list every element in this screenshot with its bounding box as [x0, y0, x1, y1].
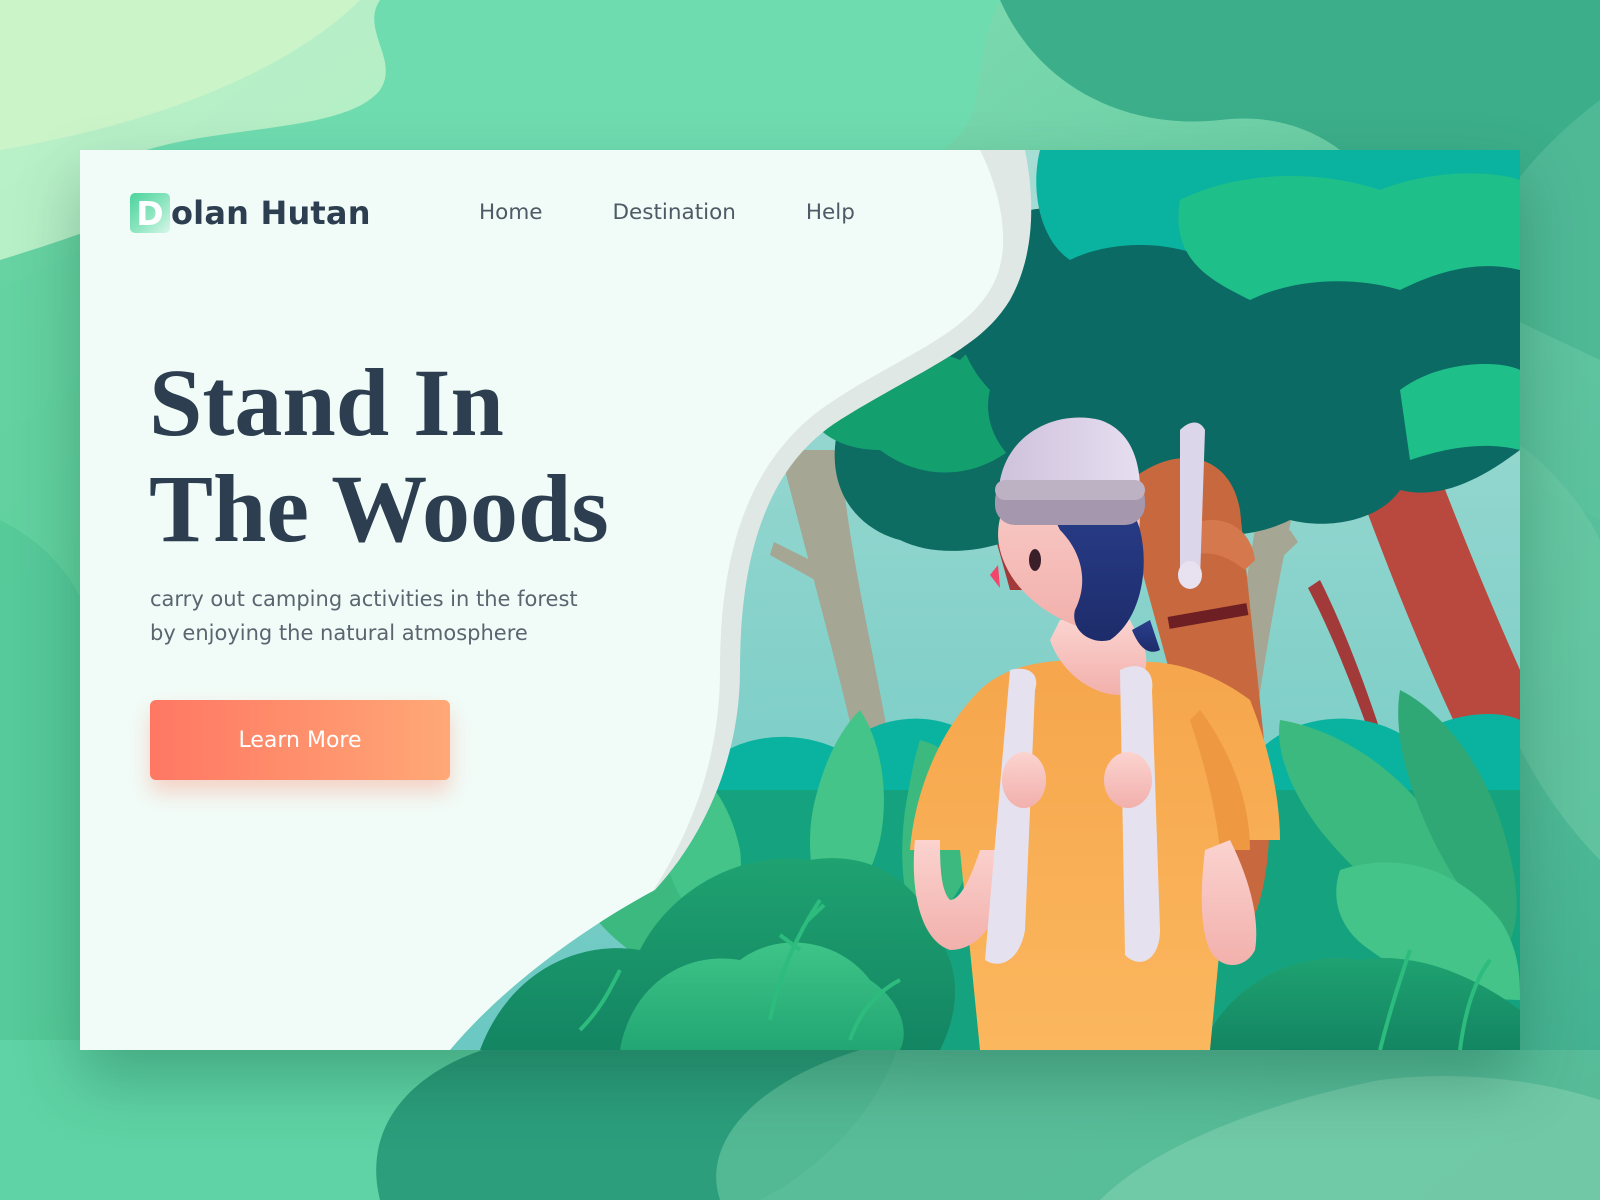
hero-subtitle-line: by enjoying the natural atmosphere [150, 621, 528, 645]
landing-card: D olan Hutan Home Destination Help Stand… [80, 150, 1520, 1050]
hero-subtitle-line: carry out camping activities in the fore… [150, 587, 578, 611]
hero-subtitle: carry out camping activities in the fore… [150, 582, 650, 650]
brand-logo[interactable]: D olan Hutan [130, 193, 371, 233]
logo-mark-icon: D [130, 193, 170, 233]
brand-name: olan Hutan [171, 194, 371, 232]
hero-title: Stand In The Woods [149, 350, 609, 562]
nav-link-destination[interactable]: Destination [613, 198, 736, 228]
nav-menu: Home Destination Help [479, 198, 925, 228]
top-navigation: D olan Hutan Home Destination Help [80, 150, 960, 270]
nav-link-home[interactable]: Home [479, 198, 543, 228]
nav-link-help[interactable]: Help [806, 198, 855, 228]
learn-more-button[interactable]: Learn More [150, 700, 450, 780]
hero-title-line: The Woods [149, 455, 609, 562]
hero-title-line: Stand In [149, 349, 504, 456]
